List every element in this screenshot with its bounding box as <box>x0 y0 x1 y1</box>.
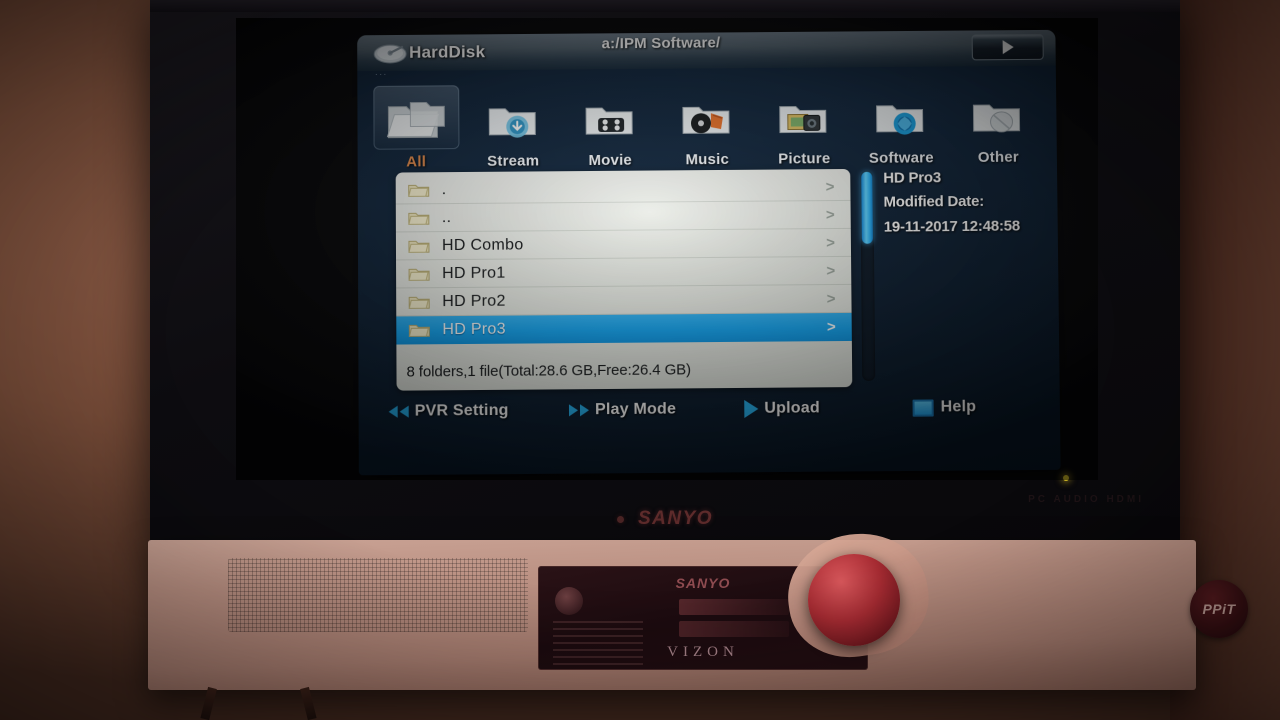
info-modified-label: Modified Date: <box>883 190 1058 216</box>
table-row[interactable]: . > <box>396 173 851 205</box>
device-badge-hd <box>679 621 789 637</box>
play-button[interactable] <box>972 34 1044 60</box>
ppit-sticker-label: PPiT <box>1202 601 1235 617</box>
category-picture[interactable]: Picture <box>755 88 853 168</box>
chevron-right-icon: > <box>826 178 835 195</box>
file-name: HD Pro2 <box>442 292 506 311</box>
info-modified-value: 19-11-2017 12:48:58 <box>884 214 1059 240</box>
play-mode-label: Play Mode <box>595 401 676 420</box>
device-logo-icon <box>555 587 583 615</box>
titlebar-dots: ... <box>375 68 388 77</box>
folder-picture-icon <box>767 88 841 146</box>
category-music-label: Music <box>685 151 729 168</box>
file-browser-dialog: HardDisk a:/IPM Software/ ... All Stream… <box>357 30 1060 475</box>
folder-all-icon <box>373 85 459 149</box>
category-picture-label: Picture <box>778 150 830 167</box>
rewind-icon <box>389 406 398 418</box>
fastforward-icon <box>569 404 578 416</box>
chevron-right-icon: > <box>827 319 836 336</box>
category-software-label: Software <box>869 149 934 166</box>
status-led-amber <box>1063 475 1069 481</box>
tv-screen: HardDisk a:/IPM Software/ ... All Stream… <box>236 18 1098 480</box>
tv-stand: SANYO VIZON PPiT <box>148 540 1196 690</box>
chevron-right-icon: > <box>827 290 836 307</box>
info-name: HD Pro3 <box>883 165 1058 191</box>
folder-icon <box>408 266 430 282</box>
rewind-icon-2 <box>400 406 409 418</box>
speaker-grille <box>228 558 528 632</box>
help-label: Help <box>941 398 977 416</box>
play-mode-button[interactable]: Play Mode <box>569 401 676 420</box>
chevron-right-icon: > <box>826 234 835 251</box>
category-movie-label: Movie <box>588 152 632 169</box>
stand-leg-left <box>200 687 216 720</box>
category-music[interactable]: Music <box>658 89 756 169</box>
room-background: HardDisk a:/IPM Software/ ... All Stream… <box>0 0 1280 720</box>
dialog-title: HardDisk <box>409 42 485 63</box>
device-badge-hdmi <box>679 599 789 615</box>
folder-music-icon <box>670 89 744 147</box>
ppit-sticker: PPiT <box>1190 580 1248 638</box>
file-list-panel: . > .. > HD Combo > HD Pro1 > HD Pro2 > … <box>396 169 853 391</box>
folder-movie-icon <box>573 90 647 148</box>
category-software[interactable]: Software <box>852 87 950 167</box>
folder-icon <box>408 238 430 254</box>
table-row[interactable]: HD Combo > <box>396 229 851 261</box>
chevron-right-icon: > <box>826 262 835 279</box>
bottom-toolbar: PVR Setting Play Mode Upload Help <box>389 398 1040 433</box>
category-strip: All Stream Movie Music Picture Software … <box>367 74 1047 171</box>
scrollbar-thumb[interactable] <box>861 172 873 244</box>
table-row-selected[interactable]: HD Pro3 > <box>396 313 852 345</box>
table-row[interactable]: HD Pro2 > <box>396 285 851 317</box>
fastforward-icon-2 <box>580 404 589 416</box>
folder-icon <box>408 210 430 226</box>
list-scrollbar[interactable] <box>860 171 875 381</box>
category-movie[interactable]: Movie <box>561 90 659 170</box>
file-name: HD Pro3 <box>442 321 506 340</box>
table-row[interactable]: HD Pro1 > <box>396 257 851 289</box>
folder-stream-icon <box>476 91 550 149</box>
tv-port-labels: PC AUDIO HDMI <box>1028 494 1144 505</box>
play-triangle-icon <box>744 400 758 418</box>
television: HardDisk a:/IPM Software/ ... All Stream… <box>150 0 1180 546</box>
path-breadcrumb: a:/IPM Software/ <box>602 34 721 52</box>
folder-icon <box>408 182 430 198</box>
upload-button[interactable]: Upload <box>744 399 820 418</box>
folder-other-icon <box>961 87 1036 145</box>
folder-icon <box>408 322 430 338</box>
folder-software-icon <box>864 88 938 146</box>
status-text: 8 folders,1 file(Total:28.6 GB,Free:26.4… <box>396 360 852 381</box>
stand-leg-right <box>300 687 316 720</box>
tv-brand-label: SANYO <box>638 508 713 530</box>
file-list: . > .. > HD Combo > HD Pro1 > HD Pro2 > … <box>396 173 852 345</box>
category-all[interactable]: All <box>367 85 464 171</box>
info-panel: HD Pro3 Modified Date: 19-11-2017 12:48:… <box>883 165 1059 239</box>
pvr-setting-button[interactable]: PVR Setting <box>389 402 509 421</box>
tv-power-led <box>617 516 624 523</box>
harddisk-icon <box>373 43 407 65</box>
category-all-label: All <box>406 153 426 170</box>
help-button[interactable]: Help <box>913 398 977 417</box>
help-box-icon <box>913 399 934 416</box>
tv-bezel-top <box>150 0 1180 12</box>
file-name: HD Pro1 <box>442 264 506 283</box>
tv-brand-area: SANYO <box>150 499 1180 539</box>
upload-label: Upload <box>764 399 820 418</box>
category-other[interactable]: Other <box>949 87 1047 167</box>
chevron-right-icon: > <box>826 206 835 223</box>
category-stream[interactable]: Stream <box>464 90 561 170</box>
category-stream-label: Stream <box>487 152 539 169</box>
file-name: .. <box>442 209 452 227</box>
play-icon <box>1002 40 1013 54</box>
dialog-titlebar: HardDisk a:/IPM Software/ ... <box>357 30 1056 71</box>
file-name: . <box>442 181 447 199</box>
pvr-setting-label: PVR Setting <box>415 402 509 421</box>
table-row[interactable]: .. > <box>396 201 851 233</box>
folder-icon <box>408 294 430 310</box>
file-name: HD Combo <box>442 236 524 255</box>
red-ball <box>808 554 900 646</box>
category-other-label: Other <box>978 149 1019 166</box>
